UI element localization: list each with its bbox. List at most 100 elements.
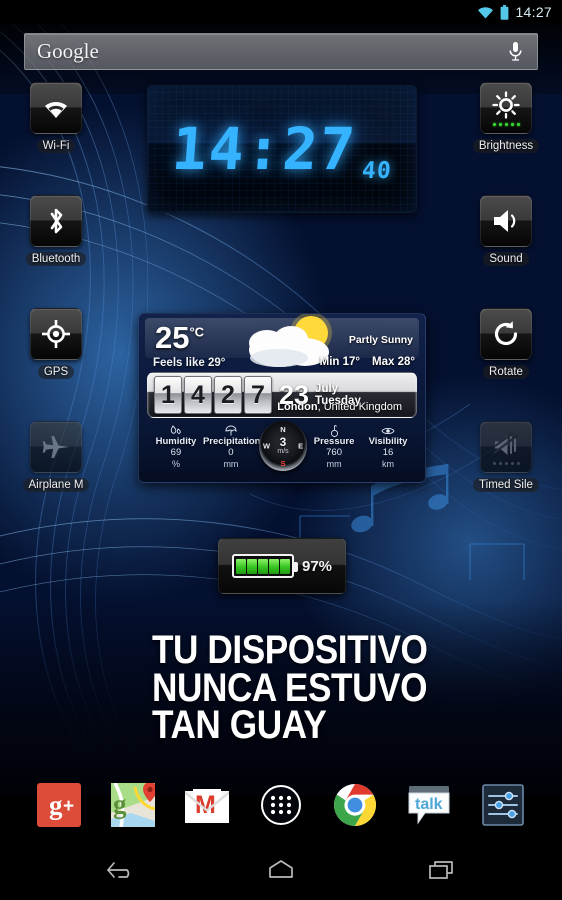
bluetooth-icon [50,208,63,234]
compass-west: W [262,441,271,451]
sidebar-item-brightness[interactable]: Brightness [472,82,540,153]
weather-metric-precipitation: Precipitation 0 mm [203,424,260,469]
nav-recents-button[interactable] [419,850,465,890]
wind-speed-unit: m/s [277,448,289,456]
search-label: Google [37,39,99,63]
dock-item-app-drawer[interactable] [257,781,305,829]
toggle-box-brightness [480,82,532,134]
gmail-icon: M [185,789,229,823]
sidebar-label-airplane-mode: Airplane M [22,478,90,492]
dock-item-settings[interactable] [479,781,527,829]
battery-percent: 97% [301,557,333,575]
sidebar-item-gps[interactable]: GPS [27,308,85,379]
settings-sliders-icon [482,784,524,826]
rotate-icon [494,321,518,346]
weather-max-label: Max [372,356,395,368]
sidebar-item-timed-silence[interactable]: Timed Sile [473,421,539,492]
nav-home-button[interactable] [258,850,304,890]
status-bar-clock: 14:27 [515,4,552,20]
sidebar-label-rotate: Rotate [483,365,529,379]
recents-icon [429,861,453,879]
navigation-bar [0,840,562,900]
nav-back-button[interactable] [97,850,143,890]
toggle-box-rotate [480,308,532,360]
sidebar-label-brightness: Brightness [472,139,540,153]
battery-icon [500,4,509,20]
weather-max: Max 28° [372,356,415,368]
brightness-sun-icon [492,91,520,119]
app-drawer-icon [261,785,301,825]
battery-widget[interactable]: 97% [218,538,346,594]
dock-item-chrome[interactable] [331,781,379,829]
microphone-icon[interactable] [505,39,525,65]
wind-speed-value: 3 [279,435,287,450]
weather-min-label: Min [319,356,340,368]
svg-text:talk: talk [415,796,443,813]
weather-metric-visibility: Visibility 16 km [361,424,415,469]
svg-text:+: + [63,796,74,817]
dock-item-google-plus[interactable]: g + [35,781,83,829]
sidebar-label-timed-silence: Timed Sile [473,478,539,492]
weather-feels-like-value: 29° [208,357,226,369]
battery-gauge [231,554,298,578]
dock-item-gmail[interactable]: M [183,781,231,829]
sidebar-item-rotate[interactable]: Rotate [477,308,535,379]
toggle-box-airplane-mode [30,421,82,473]
google-search-bar[interactable]: Google [24,33,538,70]
promo-text: TU DISPOSITIVO NUNCA ESTUVO TAN GUAY [152,628,486,748]
timed-silence-level-dots [481,462,531,465]
chrome-icon [334,784,376,826]
metric-unit: mm [326,458,342,469]
sidebar-label-wifi: Wi-Fi [36,139,76,153]
home-icon [269,860,293,878]
google-plus-icon: g + [37,783,81,827]
brightness-level-dots [481,123,531,126]
digital-clock-widget[interactable]: 14:27 40 [147,85,417,213]
promo-line-3: TAN GUAY [152,703,327,748]
weather-feels-like-label: Feels like [153,357,205,369]
sidebar-label-bluetooth: Bluetooth [25,252,87,266]
weather-temperature: 25°C [155,320,204,356]
wifi-icon [477,6,494,19]
weather-min-value: 17° [342,356,361,368]
weather-location: London, United Kingdom [277,401,402,413]
status-bar[interactable]: 14:27 [0,0,562,24]
weather-widget[interactable]: 25°C Feels like 29° Partly Sunny Min 17°… [138,313,426,483]
wifi-icon [45,101,67,118]
compass-north: N [280,425,286,434]
weather-metric-humidity: Humidity 69 % [149,424,203,469]
dock-item-maps[interactable]: g [109,781,157,829]
gps-crosshair-icon [42,320,70,348]
google-talk-icon: talk [408,786,450,825]
metric-value: 69 [170,446,182,458]
svg-text:g: g [49,790,63,820]
lcd-clock-seconds: 40 [361,158,393,184]
sidebar-label-gps: GPS [37,365,75,379]
promo-line-2: NUNCA ESTUVO [152,665,428,710]
sidebar-item-sound[interactable]: Sound [477,195,535,266]
sidebar-item-bluetooth[interactable]: Bluetooth [25,195,87,266]
dock: g + g M talk [0,775,562,835]
weather-temperature-value: 25 [155,320,190,355]
back-arrow-icon [107,862,130,878]
metric-unit: mm [223,458,239,469]
compass-south: S [280,459,286,468]
sidebar-item-wifi[interactable]: Wi-Fi [27,82,85,153]
speaker-muted-icon [493,432,519,455]
dock-item-talk[interactable]: talk [405,781,453,829]
promo-line-1: TU DISPOSITIVO [152,628,428,672]
weather-location-country: United Kingdom [323,401,402,413]
weather-metrics-row: Humidity 69 % Precipitation 0 mm N S W E… [139,420,425,482]
wind-compass: N S W E 3 m/s [258,421,308,471]
lcd-clock-time: 14:27 [169,115,360,183]
metric-unit: km [382,458,395,469]
flip-digit: 1 [154,376,182,414]
google-maps-icon: g [111,783,155,827]
weather-max-value: 28° [397,356,415,368]
weather-condition: Partly Sunny [348,334,413,346]
metric-value: 0 [228,446,234,458]
toggle-box-bluetooth [30,195,82,247]
metric-value: 16 [382,446,394,458]
svg-text:g: g [113,789,127,819]
sidebar-item-airplane-mode[interactable]: Airplane M [22,421,90,492]
